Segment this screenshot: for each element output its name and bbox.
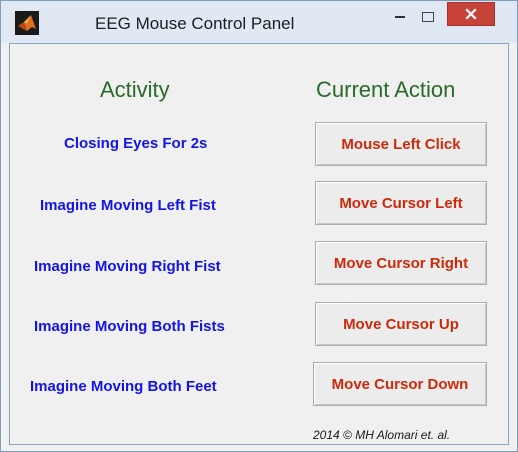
activity-label: Closing Eyes For 2s bbox=[64, 135, 208, 152]
action-button[interactable]: Move Cursor Up bbox=[315, 302, 487, 346]
activity-label: Imagine Moving Both Feet bbox=[30, 378, 217, 395]
activity-label: Imagine Moving Right Fist bbox=[34, 258, 221, 275]
action-button[interactable]: Move Cursor Right bbox=[315, 241, 487, 285]
activity-column-header: Activity bbox=[100, 77, 170, 102]
close-button[interactable] bbox=[447, 2, 495, 26]
copyright-footer: 2014 © MH Alomari et. al. bbox=[313, 428, 451, 442]
minimize-button[interactable] bbox=[387, 5, 413, 29]
activity-label: Imagine Moving Left Fist bbox=[40, 197, 216, 214]
activity-label: Imagine Moving Both Fists bbox=[34, 318, 225, 335]
title-bar[interactable]: EEG Mouse Control Panel bbox=[1, 1, 517, 43]
maximize-icon bbox=[422, 12, 434, 22]
minimize-icon bbox=[395, 16, 405, 18]
action-button[interactable]: Move Cursor Left bbox=[315, 181, 487, 225]
action-button[interactable]: Mouse Left Click bbox=[315, 122, 487, 166]
matlab-logo-icon bbox=[15, 11, 39, 35]
close-icon bbox=[465, 8, 477, 20]
maximize-button[interactable] bbox=[415, 5, 441, 29]
action-button[interactable]: Move Cursor Down bbox=[313, 362, 487, 406]
app-window: EEG Mouse Control Panel Activity Current… bbox=[0, 0, 518, 452]
current-action-column-header: Current Action bbox=[316, 77, 456, 102]
window-title: EEG Mouse Control Panel bbox=[95, 14, 295, 33]
